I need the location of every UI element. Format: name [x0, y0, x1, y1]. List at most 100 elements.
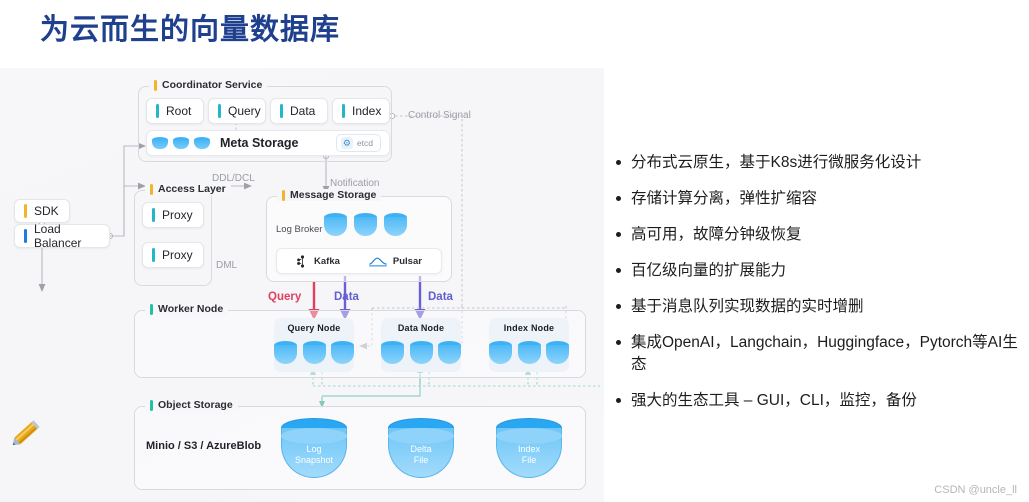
coordinator-service-label: Coordinator Service [149, 79, 268, 91]
bullet-dot [616, 232, 621, 237]
database-icon [173, 136, 189, 150]
meta-storage-box[interactable]: Meta Storage ⚙ etcd [146, 130, 390, 156]
database-icon [517, 341, 541, 365]
list-item: 高可用，故障分钟级恢复 [612, 224, 1022, 246]
data-flow-label-2: Data [428, 291, 453, 303]
notification-label: Notification [330, 178, 380, 189]
database-icon [409, 341, 433, 365]
list-item: 分布式云原生，基于K8s进行微服务化设计 [612, 152, 1022, 174]
database-icon [324, 213, 347, 237]
kafka-item[interactable]: Kafka [296, 254, 340, 268]
list-item: 基于消息队列实现数据的实时增删 [612, 296, 1022, 318]
query-node-title: Query Node [287, 323, 341, 333]
bullet-text: 百亿级向量的扩展能力 [631, 262, 787, 279]
page-title: 为云而生的向量数据库 [40, 14, 341, 46]
load-balancer-label: Load Balancer [34, 222, 82, 250]
cylinder-cap [496, 428, 562, 444]
database-icon [354, 213, 377, 237]
database-icon [384, 213, 407, 237]
accent-bar [280, 104, 283, 118]
log-snapshot-label: Log Snapshot [294, 444, 334, 465]
accent-bar [218, 104, 221, 118]
worker-node-label: Worker Node [145, 303, 229, 315]
object-storage-providers: Minio / S3 / AzureBlob [146, 440, 262, 452]
bullet-dot [616, 160, 621, 165]
accent-bar [152, 208, 155, 222]
access-layer-label: Access Layer [145, 183, 231, 195]
query-node-card[interactable]: Query Node [274, 318, 355, 372]
etcd-icon: ⚙ [340, 137, 353, 149]
object-storage-label: Object Storage [145, 399, 238, 411]
database-icon [274, 341, 297, 365]
accent-tick [150, 183, 153, 195]
log-snapshot-cylinder[interactable]: Log Snapshot [281, 418, 347, 480]
bullet-text: 存储计算分离，弹性扩缩容 [631, 190, 818, 207]
proxy-box-1[interactable]: Proxy [142, 202, 204, 228]
sdk-label: SDK [34, 204, 59, 218]
etcd-badge[interactable]: ⚙ etcd [335, 134, 381, 152]
coordinator-service-query[interactable]: Query [208, 98, 266, 124]
database-icon [152, 136, 168, 150]
load-balancer-box[interactable]: Load Balancer [14, 222, 110, 250]
cylinder-cap [281, 428, 347, 444]
proxy-box-2[interactable]: Proxy [142, 242, 204, 268]
pencil-icon [12, 420, 40, 446]
sdk-box[interactable]: SDK [14, 199, 70, 223]
database-icon [194, 136, 210, 150]
control-signal-label: Control Signal [408, 110, 471, 121]
pulsar-item[interactable]: Pulsar [368, 255, 422, 268]
list-item: 百亿级向量的扩展能力 [612, 260, 1022, 282]
query-node-cylinders [274, 341, 355, 365]
meta-storage-label: Meta Storage [220, 136, 299, 150]
database-icon [302, 341, 326, 365]
query-flow-label: Query [268, 291, 302, 303]
cylinder-cap [388, 428, 454, 444]
database-icon [546, 341, 570, 365]
pulsar-icon [369, 257, 387, 266]
feature-bullet-list: 分布式云原生，基于K8s进行微服务化设计 存储计算分离，弹性扩缩容 高可用，故障… [612, 152, 1022, 426]
accent-bar [342, 104, 345, 118]
coordinator-service-root[interactable]: Root [146, 98, 204, 124]
bullet-text: 强大的生态工具 – GUI，CLI，监控，备份 [631, 392, 917, 409]
accent-tick [150, 303, 153, 315]
bullet-text: 集成OpenAI，Langchain，Huggingface，Pytorch等A… [631, 334, 1018, 373]
index-file-cylinder[interactable]: Index File [496, 418, 562, 480]
accent-bar [156, 104, 159, 118]
dml-label: DML [216, 260, 238, 271]
log-broker-label: Log Broker [276, 224, 323, 235]
coordinator-service-index[interactable]: Index [332, 98, 390, 124]
database-icon [438, 341, 462, 365]
list-item: 集成OpenAI，Langchain，Huggingface，Pytorch等A… [612, 332, 1022, 376]
architecture-diagram: SDK Load Balancer Coordinator Service Ro… [0, 68, 604, 502]
delta-file-label: Delta File [410, 444, 432, 465]
index-node-cylinders [489, 341, 570, 365]
database-icon [381, 341, 404, 365]
delta-file-cylinder[interactable]: Delta File [388, 418, 454, 480]
bullet-dot [616, 268, 621, 273]
bullet-dot [616, 304, 621, 309]
accent-tick [150, 399, 153, 411]
bullet-dot [616, 340, 621, 345]
index-file-label: Index File [517, 444, 541, 465]
accent-tick [282, 189, 285, 201]
accent-bar [152, 248, 155, 262]
bullet-dot [616, 398, 621, 403]
bullet-text: 高可用，故障分钟级恢复 [631, 226, 802, 243]
watermark: CSDN @uncle_ll [934, 484, 1017, 496]
data-node-cylinders [381, 341, 462, 365]
bullet-text: 分布式云原生，基于K8s进行微服务化设计 [631, 154, 922, 171]
database-icon [489, 341, 512, 365]
data-flow-label-1: Data [334, 291, 359, 303]
index-node-title: Index Node [503, 323, 555, 333]
index-node-card[interactable]: Index Node [489, 318, 570, 372]
log-broker-cylinders [324, 213, 407, 237]
data-node-title: Data Node [397, 323, 445, 333]
accent-tick [154, 79, 157, 91]
database-icon [331, 341, 355, 365]
broker-implementations-row: Kafka Pulsar [276, 248, 442, 274]
data-node-card[interactable]: Data Node [381, 318, 462, 372]
coordinator-service-data[interactable]: Data [270, 98, 328, 124]
kafka-icon [297, 254, 305, 268]
bullet-text: 基于消息队列实现数据的实时增删 [631, 298, 864, 315]
accent-bar [24, 229, 27, 243]
